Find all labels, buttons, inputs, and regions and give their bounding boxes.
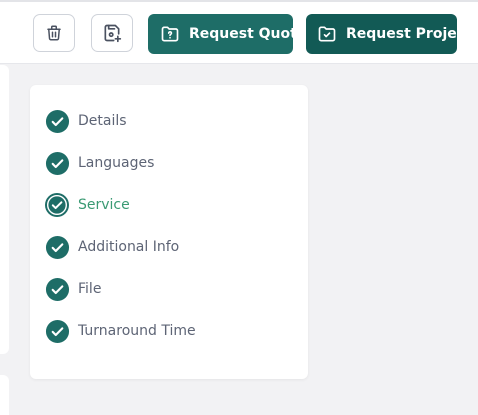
step-label: Details bbox=[78, 113, 127, 129]
check-circle-icon bbox=[44, 276, 70, 302]
step-label: Additional Info bbox=[78, 239, 180, 255]
step-service[interactable]: Service bbox=[44, 184, 196, 226]
steps-card: Details Languages Service Additional Inf… bbox=[30, 85, 308, 379]
left-panel-edge-lower bbox=[0, 375, 9, 415]
save-plus-icon bbox=[104, 24, 122, 43]
folder-check-icon bbox=[318, 26, 336, 42]
request-project-button[interactable]: Request Project bbox=[306, 14, 472, 54]
delete-button[interactable] bbox=[33, 14, 75, 52]
step-languages[interactable]: Languages bbox=[44, 142, 196, 184]
step-label: Languages bbox=[78, 155, 155, 171]
step-label: File bbox=[78, 281, 102, 297]
trash-icon bbox=[47, 25, 61, 41]
check-circle-icon bbox=[44, 150, 70, 176]
toolbar: Request Quote Request Project bbox=[0, 0, 478, 64]
check-circle-icon bbox=[44, 108, 70, 134]
step-file[interactable]: File bbox=[44, 268, 196, 310]
step-details[interactable]: Details bbox=[44, 100, 196, 142]
step-label: Turnaround Time bbox=[78, 323, 196, 339]
folder-question-icon bbox=[161, 26, 179, 42]
steps-list: Details Languages Service Additional Inf… bbox=[44, 100, 196, 352]
step-additional-info[interactable]: Additional Info bbox=[44, 226, 196, 268]
step-turnaround-time[interactable]: Turnaround Time bbox=[44, 310, 196, 352]
check-circle-icon bbox=[44, 318, 70, 344]
request-quote-button[interactable]: Request Quote bbox=[148, 14, 306, 54]
left-panel-edge bbox=[0, 65, 9, 354]
check-circle-active-icon bbox=[44, 192, 70, 218]
step-label: Service bbox=[78, 197, 130, 213]
check-circle-icon bbox=[44, 234, 70, 260]
request-project-label: Request Project bbox=[346, 26, 472, 42]
save-new-button[interactable] bbox=[91, 14, 133, 52]
request-quote-label: Request Quote bbox=[189, 26, 307, 42]
